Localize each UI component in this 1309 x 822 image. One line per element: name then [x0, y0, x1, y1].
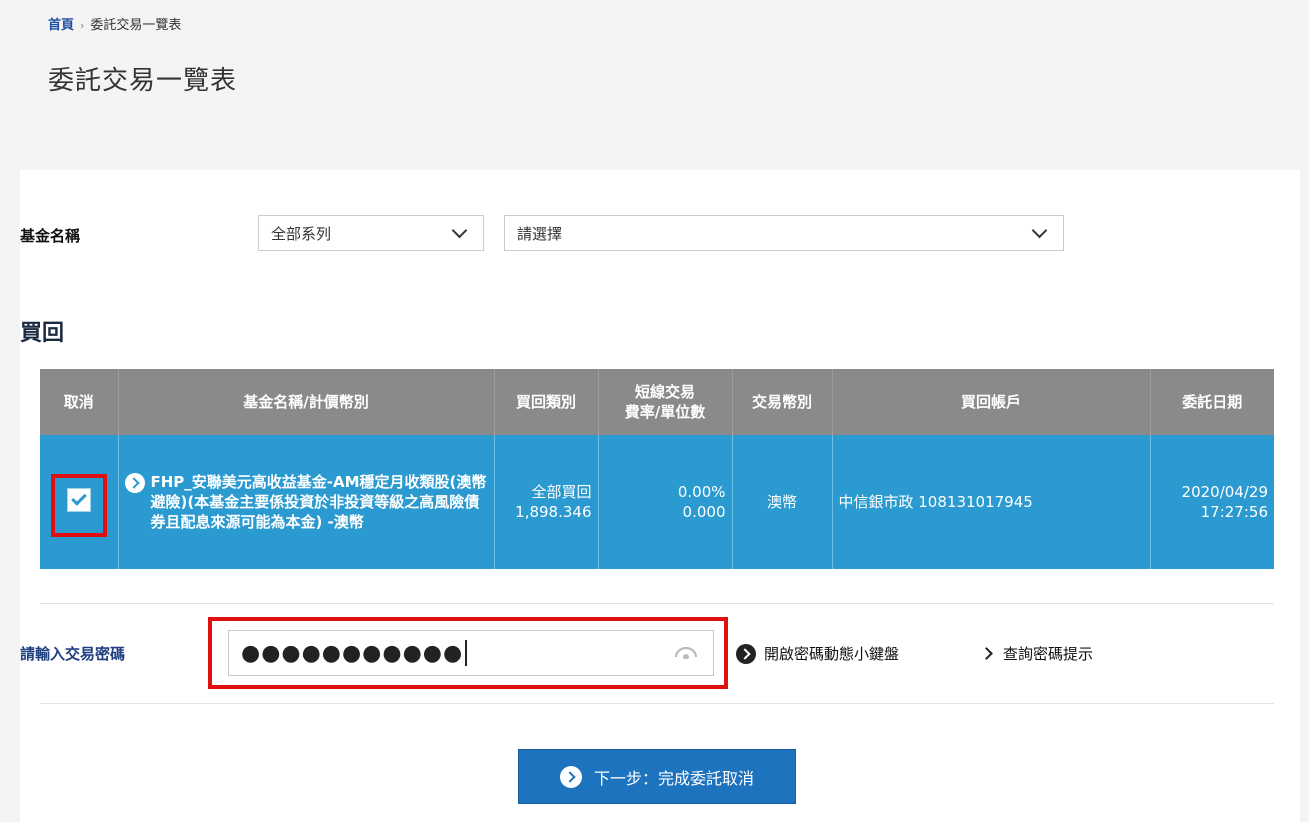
cancel-cell: [40, 435, 119, 569]
eye-icon[interactable]: [675, 647, 697, 659]
header-fee: 短線交易費率/單位數: [598, 369, 733, 435]
date-cell: 2020/04/29 17:27:56: [1150, 435, 1274, 569]
breadcrumb-current: 委託交易一覽表: [90, 18, 182, 33]
header-currency: 交易幣別: [732, 369, 833, 435]
section-title-redemption: 買回: [20, 321, 65, 346]
password-input[interactable]: ●●●●●●●●●●●: [228, 630, 714, 676]
password-masked-value: ●●●●●●●●●●●: [241, 640, 464, 666]
currency-cell: 澳幣: [732, 435, 833, 569]
orders-table: 取消 基金名稱/計價幣別 買回類別 短線交易費率/單位數 交易幣別 買回帳戶 委…: [40, 369, 1274, 569]
fund-select[interactable]: 請選擇: [504, 215, 1064, 251]
fee-cell: 0.00% 0.000: [598, 435, 733, 569]
header-fund: 基金名稱/計價幣別: [118, 369, 495, 435]
order-date: 2020/04/29: [1181, 483, 1268, 501]
next-button-label: 下一步：完成委託取消: [593, 768, 754, 788]
password-hint-link[interactable]: 查詢密碼提示: [978, 643, 1093, 664]
header-type: 買回類別: [494, 369, 599, 435]
series-select-value: 全部系列: [271, 224, 332, 243]
text-caret: [465, 640, 468, 666]
account-cell: 中信銀市政 108131017945: [832, 435, 1151, 569]
fund-name-label: 基金名稱: [20, 227, 81, 245]
divider: [40, 703, 1274, 704]
header-fee-line1: 短線交易: [634, 383, 695, 401]
chevron-down-icon: [1031, 222, 1048, 239]
fee-units: 0.000: [682, 503, 726, 521]
password-hint-label: 查詢密碼提示: [1003, 645, 1094, 663]
chevron-right-circle-icon: [736, 643, 756, 664]
header-date: 委託日期: [1150, 369, 1274, 435]
fund-name-link[interactable]: FHP_安聯美元高收益基金-AM穩定月收類股(澳幣避險)(本基金主要係投資於非投…: [151, 472, 488, 532]
header-account: 買回帳戶: [832, 369, 1151, 435]
page-title: 委託交易一覽表: [48, 66, 238, 96]
order-time: 17:27:56: [1200, 503, 1268, 521]
type-cell: 全部買回 1,898.346: [494, 435, 599, 569]
breadcrumb: 首頁 › 委託交易一覽表: [48, 14, 181, 33]
fund-select-value: 請選擇: [517, 224, 563, 243]
table-header-row: 取消 基金名稱/計價幣別 買回類別 短線交易費率/單位數 交易幣別 買回帳戶 委…: [40, 369, 1274, 435]
password-label: 請輸入交易密碼: [20, 645, 126, 663]
cancel-checkbox[interactable]: [66, 487, 91, 512]
chevron-right-icon: [980, 647, 993, 660]
header-cancel: 取消: [40, 369, 119, 435]
chevron-right-circle-icon[interactable]: [124, 473, 145, 493]
divider: [40, 603, 1274, 604]
fund-cell: FHP_安聯美元高收益基金-AM穩定月收類股(澳幣避險)(本基金主要係投資於非投…: [118, 435, 495, 569]
redemption-type: 全部買回: [531, 483, 592, 501]
dynamic-keyboard-label: 開啟密碼動態小鍵盤: [764, 645, 900, 663]
breadcrumb-home-link[interactable]: 首頁: [48, 18, 74, 33]
chevron-right-circle-icon: [559, 765, 582, 788]
series-select[interactable]: 全部系列: [258, 215, 484, 251]
fee-rate: 0.00%: [677, 483, 726, 501]
dynamic-keyboard-link[interactable]: 開啟密碼動態小鍵盤: [736, 643, 899, 664]
header-fee-line2: 費率/單位數: [624, 403, 706, 421]
table-row: FHP_安聯美元高收益基金-AM穩定月收類股(澳幣避險)(本基金主要係投資於非投…: [40, 435, 1274, 569]
chevron-down-icon: [451, 222, 468, 239]
breadcrumb-separator-icon: ›: [80, 19, 85, 32]
redemption-units: 1,898.346: [515, 503, 592, 521]
next-button[interactable]: 下一步：完成委託取消: [518, 749, 796, 804]
